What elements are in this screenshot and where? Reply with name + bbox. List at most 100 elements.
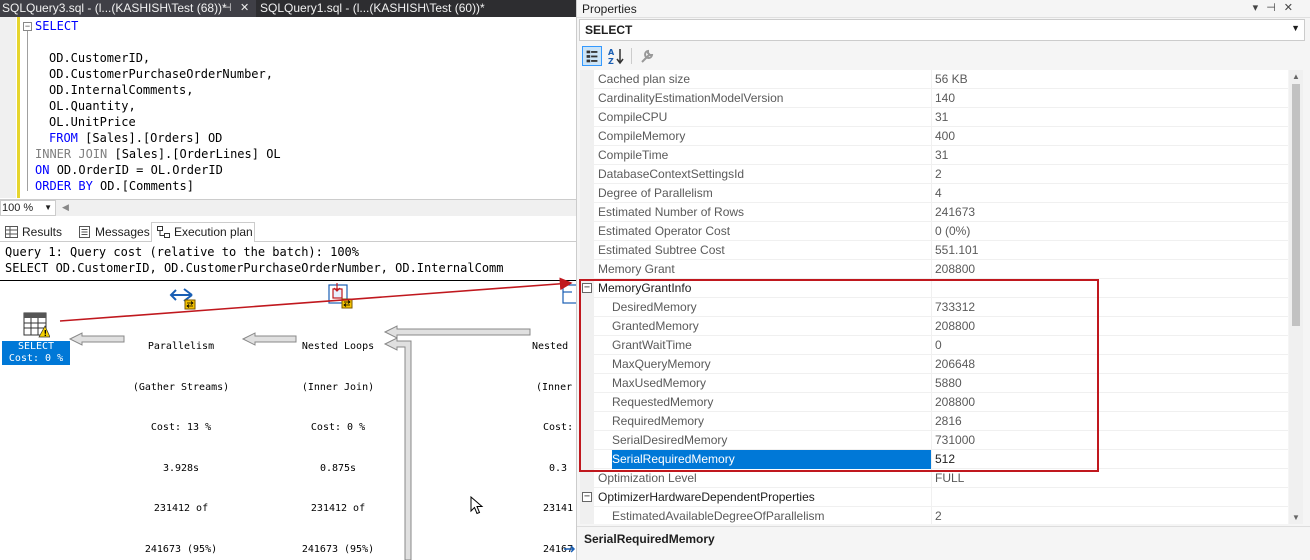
property-row[interactable]: CardinalityEstimationModelVersion 140: [580, 89, 1288, 108]
arrow-nested2-to-nested1: [383, 325, 531, 339]
code-editor[interactable]: − SELECT OD.CustomerID, OD.CustomerPurch…: [0, 17, 576, 198]
operator-subtype: (Inner Join): [301, 381, 375, 393]
property-value[interactable]: 551.101: [935, 241, 1288, 260]
tab-sqlquery1[interactable]: SQLQuery1.sql - (l...(KASHISH\Test (60))…: [258, 0, 576, 17]
property-value[interactable]: 731000: [935, 431, 1288, 450]
scrollbar-thumb[interactable]: [1292, 84, 1300, 326]
property-value[interactable]: 0: [935, 336, 1288, 355]
property-value[interactable]: 208800: [935, 393, 1288, 412]
property-row[interactable]: Cached plan size 56 KB: [580, 70, 1288, 89]
select-operator-icon[interactable]: !: [22, 311, 50, 339]
property-value[interactable]: 512: [935, 450, 1288, 469]
property-category-row[interactable]: − OptimizerHardwareDependentProperties: [580, 488, 1288, 507]
property-row[interactable]: CompileMemory 400: [580, 127, 1288, 146]
close-icon[interactable]: ✕: [1284, 2, 1301, 14]
property-value[interactable]: 208800: [935, 260, 1288, 279]
pin-icon[interactable]: ⊣: [222, 0, 232, 17]
property-value[interactable]: 206648: [935, 355, 1288, 374]
property-name: Cached plan size: [598, 70, 932, 89]
operator-cost: Cost: 0 %: [8, 353, 64, 364]
scroll-left-icon[interactable]: ◀: [62, 202, 69, 213]
property-value[interactable]: 0 (0%): [935, 222, 1288, 241]
property-row[interactable]: EstimatedAvailableDegreeOfParallelism 2: [580, 507, 1288, 524]
keyword: ON: [35, 163, 50, 177]
tab-execution-plan[interactable]: Execution plan: [151, 222, 255, 242]
execution-plan-canvas[interactable]: Query 1: Query cost (relative to the bat…: [0, 243, 576, 560]
nested-loops-operator-icon[interactable]: [560, 282, 576, 310]
property-value[interactable]: 2816: [935, 412, 1288, 431]
property-row[interactable]: Memory Grant 208800: [580, 260, 1288, 279]
property-value[interactable]: 56 KB: [935, 70, 1288, 89]
property-row[interactable]: Optimization Level FULL: [580, 469, 1288, 488]
property-value[interactable]: 2: [935, 507, 1288, 524]
code-text: [Sales].[OrderLines] OL: [114, 147, 281, 161]
pin-icon[interactable]: ⊣: [1266, 2, 1284, 14]
operator-subtype: (Inner: [536, 381, 573, 393]
collapse-icon[interactable]: −: [582, 283, 592, 293]
collapse-icon[interactable]: −: [582, 492, 592, 502]
property-row[interactable]: MaxUsedMemory 5880: [580, 374, 1288, 393]
code-text: OD.OrderID = OL.OrderID: [56, 163, 223, 177]
property-row[interactable]: Degree of Parallelism 4: [580, 184, 1288, 203]
description-title: SerialRequiredMemory: [584, 532, 715, 546]
property-grid-scrollbar[interactable]: ▲ ▼: [1289, 70, 1303, 524]
selected-object: SELECT: [585, 23, 633, 37]
zoom-dropdown[interactable]: 100 % ▼: [0, 200, 56, 216]
scroll-down-icon[interactable]: ▼: [1292, 513, 1300, 522]
property-row[interactable]: DesiredMemory 733312: [580, 298, 1288, 317]
operator-cost: Cost:: [543, 422, 574, 433]
chevron-down-icon: ▼: [44, 203, 52, 212]
operator-cost: Cost: 13 %: [150, 422, 212, 433]
property-value[interactable]: 5880: [935, 374, 1288, 393]
property-value[interactable]: 31: [935, 108, 1288, 127]
close-icon[interactable]: ✕: [240, 0, 249, 17]
row-gutter: [580, 260, 594, 279]
property-value[interactable]: FULL: [935, 469, 1288, 488]
property-row[interactable]: DatabaseContextSettingsId 2: [580, 165, 1288, 184]
tab-sqlquery3[interactable]: SQLQuery3.sql - (l...(KASHISH\Test (68))…: [0, 0, 256, 17]
property-name: EstimatedAvailableDegreeOfParallelism: [612, 507, 932, 524]
object-selector[interactable]: SELECT ▼: [579, 19, 1305, 41]
property-value[interactable]: 241673: [935, 203, 1288, 222]
collapse-icon[interactable]: −: [23, 22, 32, 31]
panel-title: Properties: [582, 2, 637, 16]
property-name: DatabaseContextSettingsId: [598, 165, 932, 184]
property-category-row[interactable]: − MemoryGrantInfo: [580, 279, 1288, 298]
alphabetical-icon[interactable]: A Z: [606, 46, 626, 66]
property-value[interactable]: 733312: [935, 298, 1288, 317]
property-row[interactable]: Estimated Subtree Cost 551.101: [580, 241, 1288, 260]
sort-operator-icon[interactable]: [562, 542, 576, 556]
property-value[interactable]: 208800: [935, 317, 1288, 336]
property-value[interactable]: 140: [935, 89, 1288, 108]
row-gutter: [580, 393, 594, 412]
tab-messages[interactable]: Messages: [73, 223, 151, 242]
property-row[interactable]: GrantedMemory 208800: [580, 317, 1288, 336]
code-line: OD.CustomerID,: [49, 51, 151, 65]
property-row[interactable]: Estimated Operator Cost 0 (0%): [580, 222, 1288, 241]
property-row[interactable]: GrantWaitTime 0: [580, 336, 1288, 355]
property-value[interactable]: 400: [935, 127, 1288, 146]
property-value[interactable]: 31: [935, 146, 1288, 165]
chevron-down-icon[interactable]: ▾: [1253, 2, 1267, 14]
property-value[interactable]: [935, 488, 1288, 507]
property-row[interactable]: CompileTime 31: [580, 146, 1288, 165]
categorized-icon[interactable]: [582, 46, 602, 66]
property-value[interactable]: 2: [935, 165, 1288, 184]
property-value[interactable]: [935, 279, 1288, 298]
property-row[interactable]: Estimated Number of Rows 241673: [580, 203, 1288, 222]
scroll-up-icon[interactable]: ▲: [1292, 72, 1300, 81]
property-row[interactable]: MaxQueryMemory 206648: [580, 355, 1288, 374]
row-gutter: [580, 469, 594, 488]
tab-results[interactable]: Results: [0, 223, 70, 242]
nested-loops-operator-icon[interactable]: [326, 282, 354, 310]
wrench-icon[interactable]: [637, 46, 657, 66]
property-row[interactable]: RequestedMemory 208800: [580, 393, 1288, 412]
property-value[interactable]: 4: [935, 184, 1288, 203]
parallelism-operator-icon[interactable]: [168, 285, 198, 311]
property-row[interactable]: RequiredMemory 2816: [580, 412, 1288, 431]
property-row[interactable]: SerialDesiredMemory 731000: [580, 431, 1288, 450]
property-row[interactable]: SerialRequiredMemory 512: [580, 450, 1288, 469]
row-gutter: [580, 298, 594, 317]
select-operator-label[interactable]: SELECT Cost: 0 %: [2, 341, 70, 365]
property-row[interactable]: CompileCPU 31: [580, 108, 1288, 127]
